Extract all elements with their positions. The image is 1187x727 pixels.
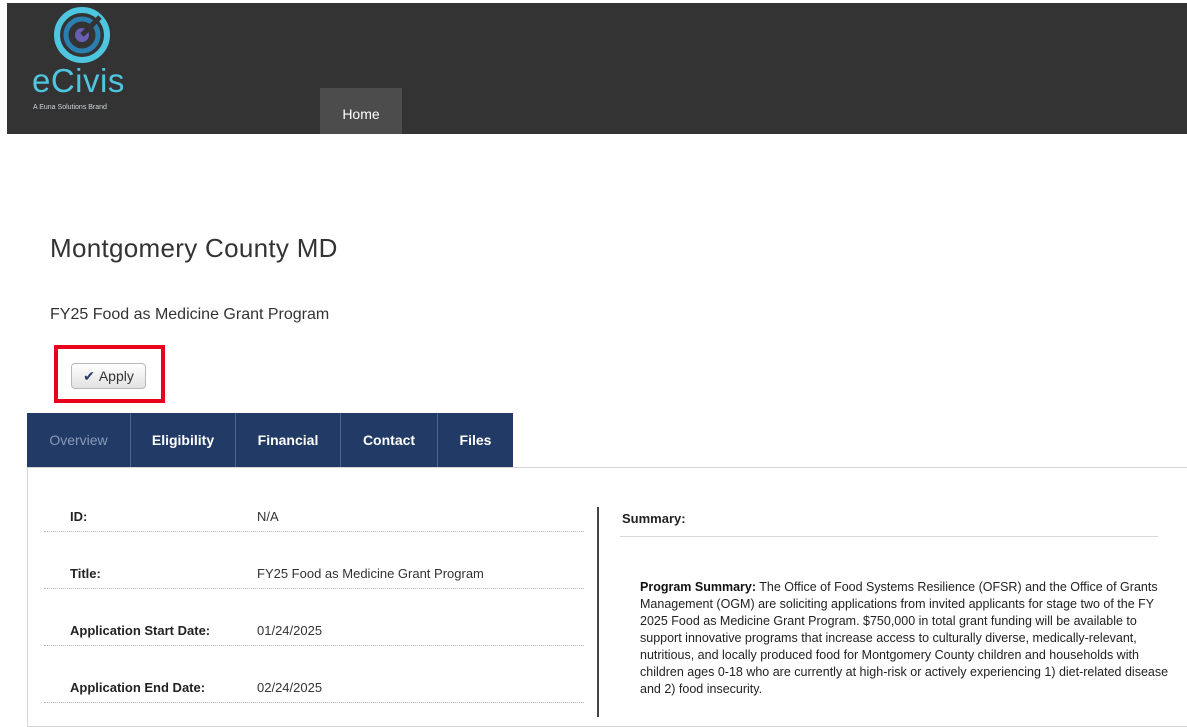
top-navigation-bar: eCivis A Euna Solutions Brand Home <box>7 3 1187 134</box>
field-value: FY25 Food as Medicine Grant Program <box>257 566 484 581</box>
tab-files[interactable]: Files <box>437 413 513 467</box>
apply-button[interactable]: ✔ Apply <box>71 363 146 389</box>
summary-heading: Program Summary: <box>640 580 757 594</box>
field-row-end-date: Application End Date: 02/24/2025 <box>44 680 584 703</box>
tab-bar: Overview Eligibility Financial Contact F… <box>27 413 513 467</box>
field-row-title: Title: FY25 Food as Medicine Grant Progr… <box>44 566 584 589</box>
field-label: Application Start Date: <box>70 623 211 638</box>
column-divider <box>597 507 599 717</box>
logo-tagline: A Euna Solutions Brand <box>33 104 107 111</box>
tab-contact[interactable]: Contact <box>340 413 437 467</box>
ecivis-logo-mark-icon <box>54 7 110 63</box>
field-label: ID: <box>70 509 88 524</box>
field-row-id: ID: N/A <box>44 509 584 532</box>
check-icon: ✔ <box>83 367 95 384</box>
summary-divider <box>620 536 1158 537</box>
field-label: Title: <box>70 566 101 581</box>
ecivis-logo[interactable]: eCivis A Euna Solutions Brand <box>32 7 152 117</box>
field-value: 01/24/2025 <box>257 623 323 638</box>
program-title: FY25 Food as Medicine Grant Program <box>50 306 330 323</box>
field-value: 02/24/2025 <box>257 680 323 695</box>
tab-eligibility[interactable]: Eligibility <box>130 413 235 467</box>
tab-financial[interactable]: Financial <box>235 413 340 467</box>
logo-wordmark: eCivis <box>32 62 125 99</box>
field-label: Application End Date: <box>70 680 206 695</box>
apply-button-label: Apply <box>98 368 134 384</box>
summary-label: Summary: <box>622 511 686 526</box>
tab-overview[interactable]: Overview <box>27 413 130 467</box>
field-value: N/A <box>257 509 279 524</box>
summary-text: Program Summary: The Office of Food Syst… <box>640 579 1180 698</box>
summary-body: The Office of Food Systems Resilience (O… <box>640 580 1169 696</box>
field-row-start-date: Application Start Date: 01/24/2025 <box>44 623 584 646</box>
nav-home-link[interactable]: Home <box>320 88 402 134</box>
organization-title: Montgomery County MD <box>50 233 338 263</box>
